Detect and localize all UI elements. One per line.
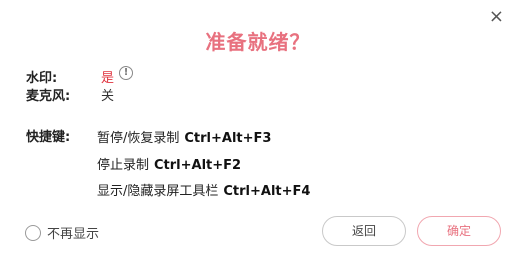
watermark-label: 水印: — [26, 71, 58, 86]
info-icon[interactable]: ! — [119, 66, 133, 80]
microphone-value: 关 — [101, 89, 115, 104]
shortcut-keys: Ctrl+Alt+F4 — [223, 184, 311, 199]
shortcut-action: 暂停/恢复录制 — [97, 131, 180, 146]
shortcuts-label: 快捷键: — [26, 130, 71, 145]
confirm-button[interactable]: 确定 — [417, 216, 501, 246]
shortcut-pause-resume: 暂停/恢复录制 Ctrl+Alt+F3 — [97, 127, 271, 146]
ready-dialog: × 准备就绪？ 水印: 是 ! 麦克风: 关 快捷键: 暂停/恢复录制 Ctrl+… — [0, 0, 516, 273]
shortcut-keys: Ctrl+Alt+F2 — [154, 158, 242, 173]
shortcut-keys: Ctrl+Alt+F3 — [184, 131, 272, 146]
shortcut-stop: 停止录制 Ctrl+Alt+F2 — [97, 154, 241, 173]
dialog-title: 准备就绪？ — [205, 30, 311, 54]
shortcut-action: 停止录制 — [97, 158, 150, 173]
microphone-label: 麦克风: — [26, 89, 71, 104]
dont-show-again-radio[interactable] — [25, 224, 41, 241]
back-button[interactable]: 返回 — [322, 216, 406, 246]
dont-show-again-label: 不再显示 — [47, 227, 100, 242]
shortcut-toggle-toolbar: 显示/隐藏录屏工具栏 Ctrl+Alt+F4 — [97, 180, 310, 199]
shortcut-action: 显示/隐藏录屏工具栏 — [97, 184, 219, 199]
close-icon[interactable]: × — [489, 8, 504, 26]
watermark-value: 是 — [101, 71, 115, 86]
dont-show-again-option[interactable]: 不再显示 — [25, 223, 99, 242]
